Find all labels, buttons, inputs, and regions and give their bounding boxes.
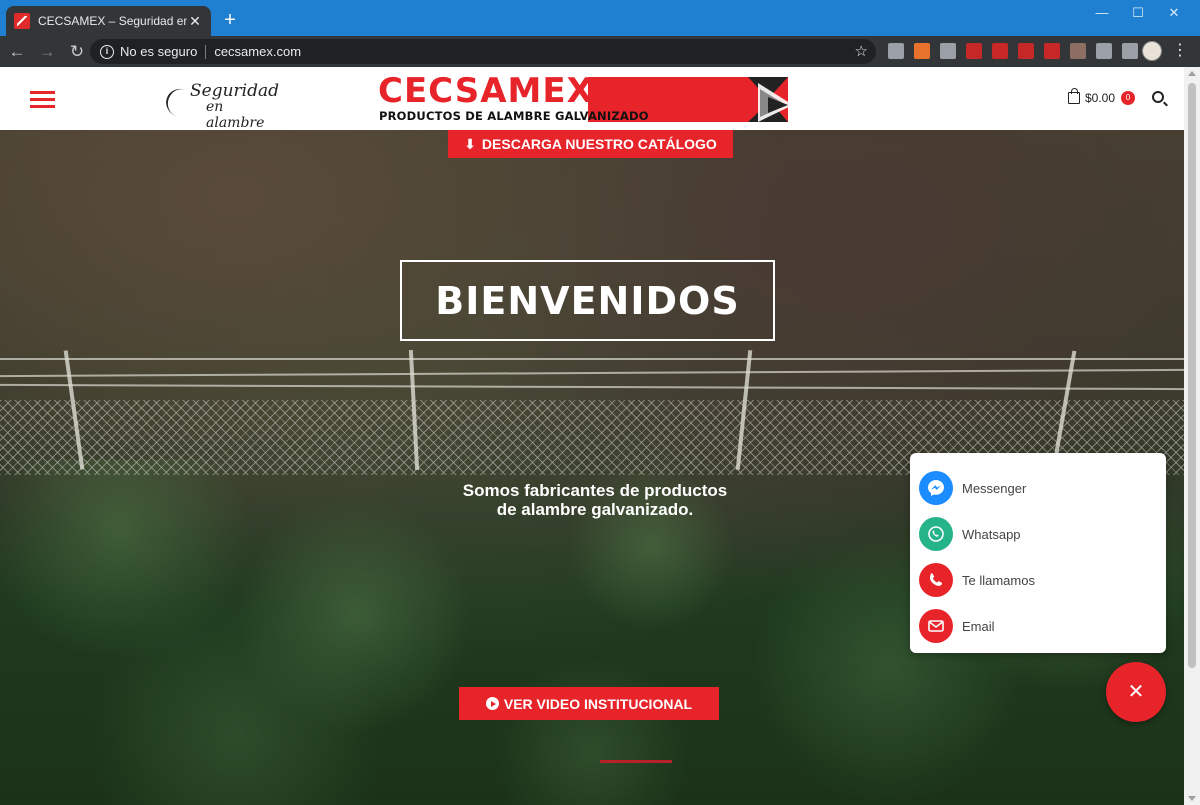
- browser-extension-icon[interactable]: [888, 43, 904, 59]
- browser-toolbar: ← → ↻ i No es seguro cecsamex.com ☆ ⋮: [0, 36, 1200, 67]
- scroll-down-arrow-icon[interactable]: [1188, 796, 1196, 801]
- contact-callback[interactable]: Te llamamos: [919, 557, 1166, 603]
- back-arrow-icon[interactable]: ←: [4, 39, 30, 65]
- contact-email[interactable]: Email: [919, 603, 1166, 649]
- omnibox-separator: [205, 44, 207, 59]
- whatsapp-icon: [919, 517, 953, 551]
- menu-kebab-icon[interactable]: ⋮: [1172, 40, 1188, 62]
- forward-arrow-icon[interactable]: →: [34, 39, 60, 65]
- hamburger-menu-icon[interactable]: [30, 91, 55, 108]
- close-window-button[interactable]: ✕: [1156, 0, 1192, 28]
- url-text[interactable]: cecsamex.com: [214, 44, 301, 59]
- tagline-line1: Seguridad: [190, 81, 280, 101]
- browser-extension-icon[interactable]: [1018, 43, 1034, 59]
- tab-title: CECSAMEX – Seguridad en alamb: [38, 14, 187, 28]
- download-catalog-label: DESCARGA NUESTRO CATÁLOGO: [481, 136, 717, 152]
- site-header: Seguridad en alambre CECSAMEX PRODUCTOS …: [0, 67, 1184, 131]
- contact-whatsapp[interactable]: Whatsapp: [919, 511, 1166, 557]
- search-icon[interactable]: [1152, 91, 1164, 103]
- browser-extension-icon[interactable]: [1096, 43, 1112, 59]
- scrollbar-thumb[interactable]: [1188, 83, 1196, 668]
- email-icon: [919, 609, 953, 643]
- slider-indicator[interactable]: [600, 760, 672, 763]
- browser-extension-icon[interactable]: [1122, 43, 1138, 59]
- browser-tab[interactable]: CECSAMEX – Seguridad en alamb ✕: [6, 6, 211, 36]
- new-tab-button[interactable]: +: [220, 10, 240, 30]
- scroll-up-arrow-icon[interactable]: [1188, 71, 1196, 76]
- browser-extension-icon[interactable]: [914, 43, 930, 59]
- browser-extension-icon[interactable]: [1070, 43, 1086, 59]
- browser-extension-icon[interactable]: [966, 43, 982, 59]
- tab-close-icon[interactable]: ✕: [187, 13, 203, 29]
- contact-label: Messenger: [962, 480, 1027, 496]
- cecsamex-logo[interactable]: CECSAMEX PRODUCTOS DE ALAMBRE GALVANIZAD…: [376, 71, 806, 125]
- hero-subtitle: Somos fabricantes de productos de alambr…: [380, 481, 810, 519]
- cart-button[interactable]: $0.00 0: [1068, 88, 1136, 105]
- browser-extension-icon[interactable]: [992, 43, 1008, 59]
- institutional-video-button[interactable]: VER VIDEO INSTITUCIONAL: [459, 687, 719, 720]
- contact-label: Whatsapp: [962, 526, 1021, 542]
- browser-tabstrip: CECSAMEX – Seguridad en alamb ✕ + — ☐ ✕: [0, 0, 1200, 36]
- cart-count-badge: 0: [1121, 91, 1136, 105]
- tagline-logo: Seguridad en alambre: [162, 81, 286, 131]
- hero-subtitle-line1: Somos fabricantes de productos: [462, 481, 728, 500]
- contact-label: Te llamamos: [962, 572, 1035, 588]
- logo-brand-text: CECSAMEX: [378, 71, 594, 111]
- welcome-heading: BIENVENIDOS: [400, 260, 775, 341]
- phone-icon: [919, 563, 953, 597]
- download-icon: ⬇: [464, 135, 476, 152]
- tagline-line2: en alambre: [206, 99, 265, 131]
- messenger-icon: [919, 471, 953, 505]
- hero-subtitle-line2: de alambre galvanizado.: [496, 500, 694, 519]
- maximize-button[interactable]: ☐: [1120, 0, 1156, 28]
- security-label: No es seguro: [120, 44, 198, 59]
- browser-extension-icon[interactable]: [940, 43, 956, 59]
- page-scrollbar[interactable]: [1184, 67, 1200, 805]
- bookmark-star-icon[interactable]: ☆: [855, 42, 868, 60]
- site-favicon-icon: [14, 13, 30, 29]
- reload-icon[interactable]: ↻: [64, 39, 90, 65]
- browser-extension-icon[interactable]: [1044, 43, 1060, 59]
- shopping-bag-icon: [1068, 88, 1080, 104]
- minimize-button[interactable]: —: [1084, 0, 1120, 28]
- cart-total: $0.00: [1085, 91, 1116, 105]
- profile-avatar[interactable]: [1142, 41, 1162, 61]
- info-icon[interactable]: i: [100, 44, 114, 59]
- play-circle-icon: [485, 697, 499, 710]
- contact-panel: Messenger Whatsapp Te llamamos Email: [910, 453, 1166, 653]
- contact-label: Email: [962, 618, 995, 634]
- download-catalog-button[interactable]: ⬇ DESCARGA NUESTRO CATÁLOGO: [448, 130, 733, 158]
- logo-subtext: PRODUCTOS DE ALAMBRE GALVANIZADO: [379, 109, 649, 123]
- contact-toggle-close-button[interactable]: ✕: [1106, 662, 1166, 722]
- address-bar[interactable]: i No es seguro cecsamex.com ☆: [90, 39, 876, 64]
- video-button-label: VER VIDEO INSTITUCIONAL: [503, 695, 693, 712]
- contact-messenger[interactable]: Messenger: [919, 465, 1166, 511]
